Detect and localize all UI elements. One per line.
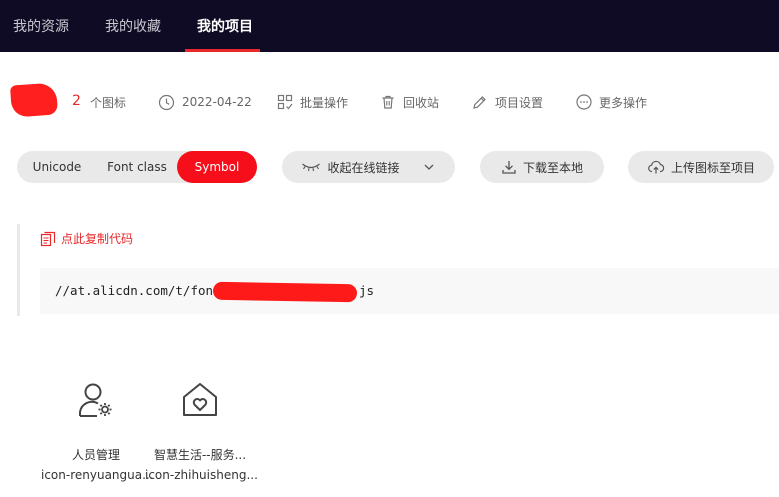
icon-card-renyuanguanli[interactable]: 人员管理 icon-renyuangua... (41, 372, 154, 492)
trash-icon (382, 95, 394, 109)
redacted-url-part (212, 281, 358, 303)
project-date: 2022-04-22 (158, 92, 252, 112)
upload-icons-label: 上传图标至项目 (670, 160, 755, 175)
house-heart-icon (183, 383, 217, 416)
clock-icon (158, 94, 175, 110)
format-segmented-control: Unicode Font class Symbol (17, 151, 257, 183)
active-tab-indicator (185, 49, 260, 52)
icon-code: icon-renyuangua... (41, 468, 154, 482)
copy-code-label: 点此复制代码 (61, 232, 134, 246)
icon-name: 人员管理 (71, 448, 120, 462)
code-url-suffix: js (359, 283, 375, 298)
copy-code-link[interactable]: 点此复制代码 (40, 230, 133, 247)
project-settings-label: 项目设置 (495, 95, 544, 110)
more-ops-label: 更多操作 (599, 95, 648, 110)
icon-code: icon-zhihuisheng... (145, 468, 258, 482)
user-gear-icon (79, 383, 112, 417)
format-tab-unicode[interactable]: Unicode (21, 151, 93, 183)
tab-my-projects[interactable]: 我的项目 (197, 0, 253, 52)
project-date-text: 2022-04-22 (182, 95, 252, 109)
pencil-icon (473, 95, 486, 109)
batch-grid-icon (277, 94, 293, 110)
project-settings-button[interactable]: 项目设置 (471, 92, 543, 112)
icon-count-label: 个图标 (90, 92, 126, 112)
format-tab-font-class[interactable]: Font class (97, 151, 177, 183)
copy-document-icon (40, 231, 56, 246)
download-local-label: 下载至本地 (522, 160, 583, 175)
code-url-prefix: //at.alicdn.com/t/font (55, 283, 221, 298)
tab-my-resources[interactable]: 我的资源 (13, 0, 69, 52)
eye-closed-icon (302, 163, 321, 172)
recycle-bin-label: 回收站 (403, 95, 440, 110)
upload-icons-button[interactable]: 上传图标至项目 (628, 151, 774, 183)
tab-my-favorites[interactable]: 我的收藏 (105, 0, 161, 52)
download-icon (502, 161, 516, 174)
icon-card-zhihuishenghuo[interactable]: 智慧生活--服务... icon-zhihuisheng... (145, 372, 258, 492)
icon-name: 智慧生活--服务... (153, 448, 247, 462)
collapse-online-link-button[interactable]: 收起在线链接 (282, 151, 455, 183)
icon-count-unit: 个图标 (90, 95, 127, 110)
collapse-link-label: 收起在线链接 (327, 160, 400, 175)
download-local-button[interactable]: 下载至本地 (480, 151, 604, 183)
cloud-upload-icon (648, 160, 665, 174)
project-name-redacted (9, 82, 59, 118)
batch-ops-button[interactable]: 批量操作 (277, 92, 348, 112)
format-tab-symbol[interactable]: Symbol (177, 151, 257, 183)
top-nav-bar: 我的资源 我的收藏 我的项目 (0, 0, 779, 52)
more-dots-icon (576, 94, 592, 110)
more-ops-button[interactable]: 更多操作 (576, 92, 647, 112)
icon-count: 2 (72, 93, 81, 109)
recycle-bin-button[interactable]: 回收站 (380, 92, 439, 112)
batch-ops-label: 批量操作 (300, 95, 349, 110)
chevron-down-icon (424, 164, 433, 170)
